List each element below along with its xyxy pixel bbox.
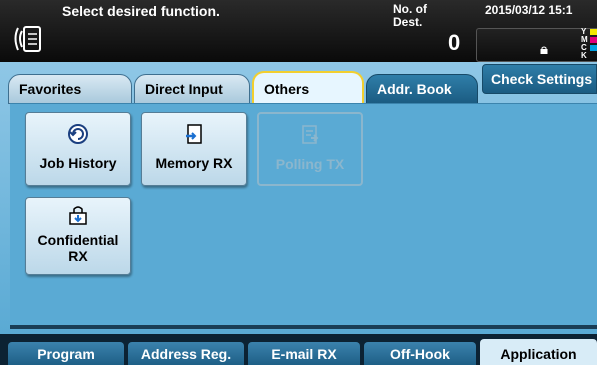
polling-tx-button[interactable]: Polling TX — [257, 112, 363, 186]
toner-magenta-bar — [590, 37, 597, 43]
confidential-rx-icon — [69, 206, 87, 225]
off-hook-tab[interactable]: Off-Hook — [364, 342, 476, 365]
program-tab[interactable]: Program — [8, 342, 124, 365]
tab-favorites[interactable]: Favorites — [8, 74, 132, 104]
fax-icon — [14, 26, 41, 52]
status-bar: Select desired function. No. of Dest. 0 … — [0, 0, 597, 62]
panel-divider — [10, 325, 597, 329]
memory-rx-button[interactable]: Memory RX — [141, 112, 247, 186]
check-settings-button[interactable]: Check Settings — [482, 64, 597, 94]
date-time: 2015/03/12 15:1 — [485, 3, 573, 17]
tab-direct-input[interactable]: Direct Input — [134, 74, 250, 104]
toner-black-bar — [590, 53, 597, 59]
destination-count-label: No. of Dest. — [393, 2, 427, 29]
job-history-button[interactable]: Job History — [25, 112, 131, 186]
confidential-rx-button[interactable]: Confidential RX — [25, 197, 131, 275]
email-rx-tab[interactable]: E-mail RX — [248, 342, 360, 365]
tab-address-book[interactable]: Addr. Book — [366, 74, 478, 104]
main-panel: Favorites Direct Input Others Addr. Book… — [0, 62, 597, 334]
polling-tx-icon — [302, 125, 319, 144]
status-message: Select desired function. — [62, 3, 220, 19]
lock-icon — [540, 46, 548, 54]
toner-yellow-bar — [590, 29, 597, 35]
tab-others[interactable]: Others — [252, 71, 364, 105]
bottom-tab-bar: Program Address Reg. E-mail RX Off-Hook … — [0, 334, 597, 365]
memory-rx-icon — [186, 124, 202, 144]
address-reg-tab[interactable]: Address Reg. — [128, 342, 244, 365]
application-tab[interactable]: Application — [480, 339, 597, 365]
toner-cyan-bar — [590, 45, 597, 51]
destination-count: 0 — [448, 30, 461, 55]
job-history-icon — [68, 124, 88, 144]
toner-levels: Y M C K — [581, 27, 597, 60]
function-panel: Job History Memory RX Polling TX Confide… — [10, 103, 597, 325]
status-box[interactable] — [476, 28, 597, 62]
